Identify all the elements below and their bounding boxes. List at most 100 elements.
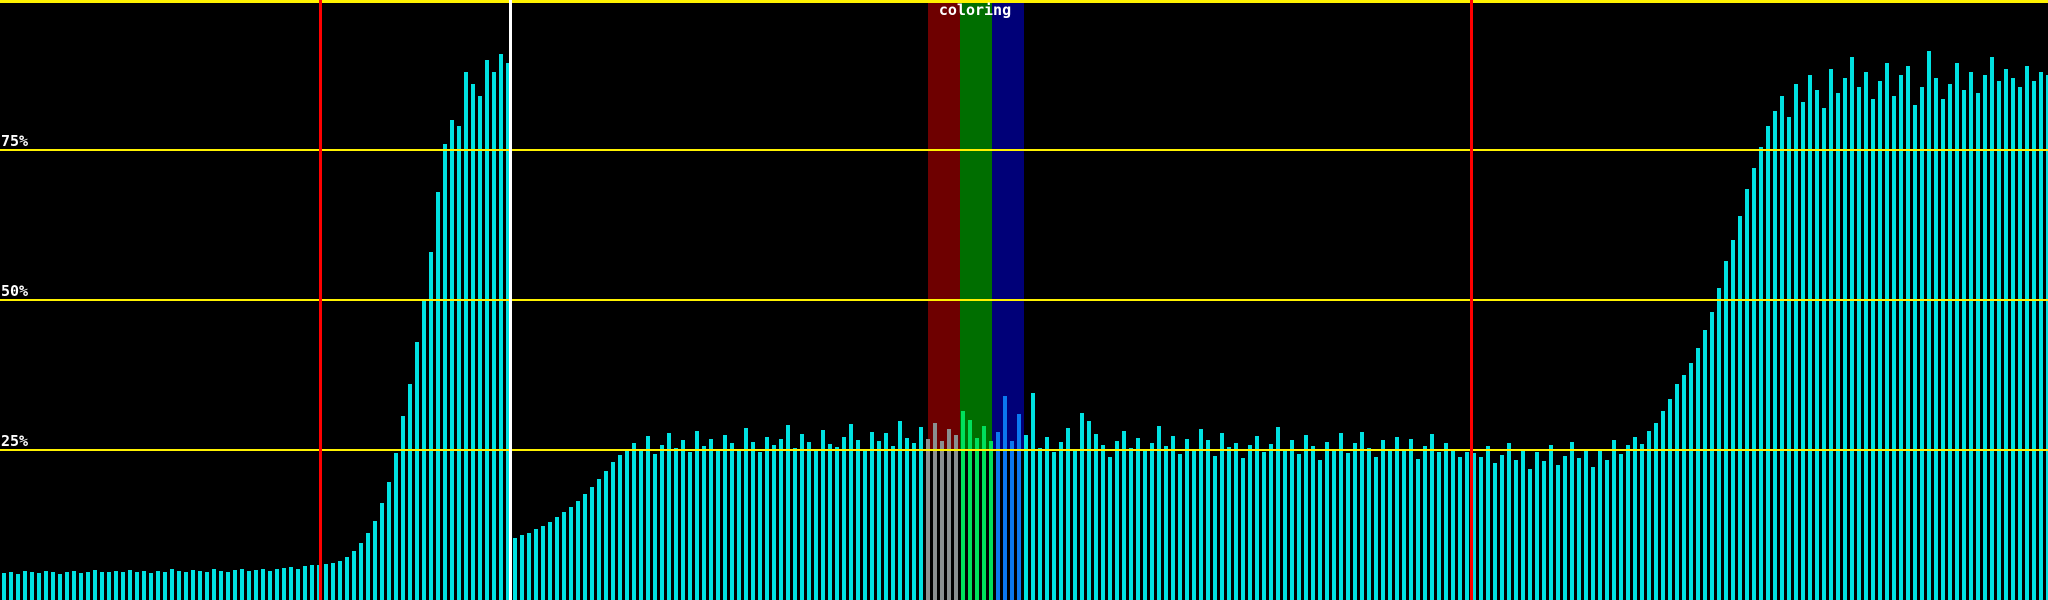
histogram-bar bbox=[1794, 84, 1798, 600]
histogram-bar bbox=[9, 571, 13, 600]
histogram-bar bbox=[247, 571, 251, 600]
histogram-bar bbox=[44, 570, 48, 600]
histogram-bar bbox=[1157, 426, 1161, 600]
histogram-bar bbox=[1864, 72, 1868, 600]
histogram-bar bbox=[1178, 453, 1182, 600]
histogram-bar bbox=[779, 439, 783, 600]
histogram-bar bbox=[1640, 444, 1644, 600]
histogram-bar bbox=[1934, 78, 1938, 600]
histogram-bar bbox=[1689, 363, 1693, 600]
histogram-bar bbox=[198, 571, 202, 600]
histogram-bar bbox=[1836, 93, 1840, 600]
histogram-bar bbox=[1206, 440, 1210, 600]
histogram-bar bbox=[352, 550, 356, 600]
histogram-bar bbox=[373, 520, 377, 600]
histogram-bar bbox=[72, 571, 76, 600]
histogram-bar bbox=[142, 571, 146, 600]
histogram-bar bbox=[1598, 451, 1602, 600]
histogram-bar bbox=[1661, 411, 1665, 600]
histogram-bar bbox=[1647, 431, 1651, 600]
histogram-bar bbox=[912, 442, 916, 600]
histogram-bar bbox=[695, 430, 699, 600]
histogram-bar bbox=[128, 570, 132, 600]
histogram-bar bbox=[1717, 288, 1721, 600]
histogram-bar bbox=[1682, 375, 1686, 600]
histogram-bar bbox=[135, 572, 139, 600]
histogram-bar bbox=[1857, 87, 1861, 600]
histogram-bar bbox=[1507, 443, 1511, 600]
histogram-bar bbox=[212, 569, 216, 600]
histogram-bar bbox=[1290, 439, 1294, 600]
histogram-bar bbox=[1878, 81, 1882, 600]
histogram-bar bbox=[1220, 433, 1224, 600]
histogram-bar bbox=[527, 532, 531, 600]
marker-line-red-1[interactable] bbox=[319, 0, 322, 600]
histogram-bar bbox=[1668, 399, 1672, 600]
histogram-bar bbox=[541, 526, 545, 600]
histogram-bar bbox=[975, 438, 979, 600]
histogram-bar bbox=[1388, 450, 1392, 600]
histogram-bar bbox=[1766, 126, 1770, 600]
histogram-bar bbox=[1591, 466, 1595, 600]
histogram-bar bbox=[1199, 429, 1203, 600]
histogram-bar bbox=[1871, 99, 1875, 600]
histogram-bar bbox=[1815, 90, 1819, 600]
histogram-bar bbox=[93, 570, 97, 600]
histogram-bar bbox=[226, 571, 230, 600]
histogram-bar bbox=[863, 450, 867, 600]
histogram-bar bbox=[303, 566, 307, 600]
histogram-bar bbox=[51, 572, 55, 600]
histogram-bar bbox=[1437, 452, 1441, 600]
histogram-bar bbox=[1304, 435, 1308, 600]
histogram-bar bbox=[723, 435, 727, 600]
histogram-bar bbox=[1738, 216, 1742, 600]
histogram-bar bbox=[856, 439, 860, 600]
histogram-bar bbox=[947, 429, 951, 600]
histogram-bar bbox=[1003, 396, 1007, 600]
histogram-bar bbox=[156, 570, 160, 600]
histogram-bar bbox=[1710, 312, 1714, 600]
histogram-bar bbox=[1164, 446, 1168, 600]
histogram-bar bbox=[870, 432, 874, 600]
histogram-bar bbox=[233, 570, 237, 600]
histogram-bar bbox=[1339, 432, 1343, 600]
histogram-bar bbox=[1752, 168, 1756, 600]
histogram-bar bbox=[1381, 440, 1385, 600]
histogram-bar bbox=[1332, 450, 1336, 600]
histogram-bar bbox=[394, 453, 398, 600]
histogram-bar bbox=[576, 501, 580, 600]
histogram-bar bbox=[1283, 448, 1287, 600]
histogram-bar bbox=[16, 573, 20, 600]
histogram-bar bbox=[590, 487, 594, 600]
histogram-bar bbox=[1458, 456, 1462, 600]
histogram-bar bbox=[1423, 446, 1427, 600]
histogram-bar bbox=[1731, 240, 1735, 600]
histogram-bar bbox=[436, 192, 440, 600]
histogram-bar bbox=[562, 512, 566, 600]
histogram-bar bbox=[786, 425, 790, 600]
histogram-bar bbox=[401, 415, 405, 600]
histogram-bar bbox=[450, 120, 454, 600]
histogram-bar bbox=[331, 562, 335, 600]
histogram-bar bbox=[2011, 78, 2015, 600]
histogram-bar bbox=[1017, 414, 1021, 600]
histogram-bar bbox=[184, 572, 188, 600]
histogram-bar bbox=[919, 427, 923, 600]
histogram-bar bbox=[324, 564, 328, 600]
histogram-bar bbox=[632, 442, 636, 600]
histogram-bar bbox=[1584, 448, 1588, 600]
histogram-bar bbox=[534, 529, 538, 600]
histogram-bar bbox=[345, 556, 349, 600]
histogram-bar bbox=[1038, 447, 1042, 600]
histogram-bar bbox=[1542, 461, 1546, 600]
marker-line-red-2[interactable] bbox=[1470, 0, 1473, 600]
histogram-bar bbox=[1808, 75, 1812, 600]
histogram-bar bbox=[1115, 441, 1119, 600]
histogram-bar bbox=[772, 444, 776, 600]
playhead-line-white[interactable] bbox=[509, 0, 512, 600]
histogram-bar bbox=[1773, 111, 1777, 600]
histogram-bar bbox=[1031, 393, 1035, 600]
histogram-bar bbox=[1262, 451, 1266, 600]
histogram-bar bbox=[429, 252, 433, 600]
histogram-bar bbox=[1213, 456, 1217, 600]
